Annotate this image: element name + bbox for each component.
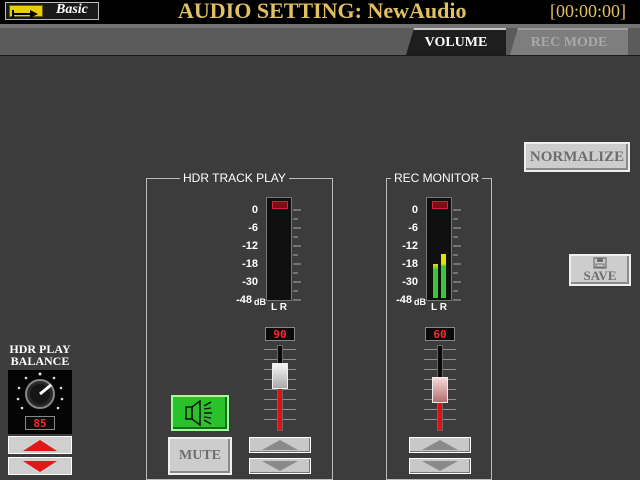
meter-bar-left [433,264,438,298]
tab-bar-stripe [0,24,640,28]
lr-label: L R [271,302,287,313]
save-label: SAVE [583,268,617,283]
rec-monitor-level-value: 60 [425,327,455,341]
fader-knob[interactable] [272,363,288,389]
scale-label: -6 [248,222,258,234]
meter-bar-right [441,254,446,298]
mode-label: Basic [56,2,88,17]
track-play-up-button[interactable] [249,437,311,453]
save-button[interactable]: SAVE [569,254,631,286]
peak-indicator [432,201,448,209]
balance-label: HDR PLAY BALANCE [6,343,74,367]
scale-label: -48 [396,294,412,306]
scale-label: -12 [242,240,258,252]
balance-label-line2: BALANCE [10,354,70,368]
scale-label: -6 [408,222,418,234]
rec-monitor-fader[interactable] [420,345,460,431]
peak-indicator [272,201,288,209]
scale-label: -30 [242,276,258,288]
scale-label: -18 [242,258,258,270]
track-play-down-button[interactable] [249,458,311,474]
rec-monitor-down-button[interactable] [409,458,471,474]
level-meter [266,197,292,301]
db-unit: dB [254,297,266,307]
level-meter [426,197,452,301]
speaker-icon [185,399,212,427]
mute-button[interactable]: MUTE [168,437,232,475]
balance-knob[interactable] [8,370,72,412]
scale-label: -12 [402,240,418,252]
scale-label: -48 [236,294,252,306]
time-counter: [00:00:00] [550,1,626,21]
normalize-button[interactable]: NORMALIZE [524,142,630,172]
scale-label: 0 [251,204,258,216]
balance-up-button[interactable] [8,436,72,454]
balance-value: 85 [25,416,55,430]
tab-rec-mode[interactable]: REC MODE [510,28,628,55]
balance-knob-panel: 85 [8,370,72,434]
lr-label: L R [431,302,447,313]
meter-ticks [453,209,461,301]
tab-volume[interactable]: VOLUME [406,28,506,55]
scale-label: -30 [402,276,418,288]
rec-monitor-up-button[interactable] [409,437,471,453]
db-unit: dB [414,297,426,307]
mode-badge: Basic [5,2,99,20]
scale-label: 0 [411,204,418,216]
meter-ticks [293,209,301,301]
rec-monitor-title: REC MONITOR [391,171,483,185]
arrow-right-icon [9,5,43,18]
hdr-track-play-title: HDR TRACK PLAY [180,171,289,185]
fader-knob[interactable] [432,377,448,403]
scale-label: -18 [402,258,418,270]
page-title: AUDIO SETTING: NewAudio [178,0,467,23]
speaker-button[interactable] [171,395,229,431]
track-play-fader[interactable] [260,345,300,431]
track-play-level-value: 90 [265,327,295,341]
balance-down-button[interactable] [8,457,72,475]
